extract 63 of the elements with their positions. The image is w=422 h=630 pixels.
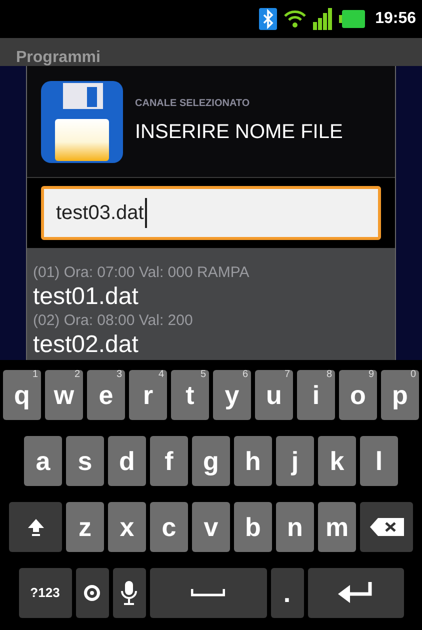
keyboard-key[interactable]: a (24, 436, 62, 486)
keyboard-key[interactable]: n (276, 502, 314, 552)
keyboard-key[interactable]: 8 i (297, 370, 335, 420)
keyboard-key[interactable]: m (318, 502, 356, 552)
keyboard-key[interactable]: 2 w (45, 370, 83, 420)
space-bar-icon (191, 589, 225, 597)
keyboard-key[interactable] (308, 568, 404, 618)
keyboard-key[interactable]: 5 t (171, 370, 209, 420)
enter-arrow-icon (336, 581, 374, 605)
status-time: 19:56 (375, 9, 416, 29)
keyboard-key[interactable]: v (192, 502, 230, 552)
key-hint: 1 (32, 370, 38, 380)
background-label: CANALE SELEZIONATO (135, 97, 251, 111)
file-item[interactable]: test01.dat (33, 282, 395, 312)
keyboard-key[interactable]: 0 p (381, 370, 419, 420)
keyboard-key[interactable]: 9 o (339, 370, 377, 420)
keyboard-key[interactable]: d (108, 436, 146, 486)
keyboard-key[interactable] (112, 568, 146, 618)
key-hint: 3 (116, 370, 122, 380)
shift-arrow-icon (26, 517, 46, 537)
keyboard-key[interactable]: s (66, 436, 104, 486)
keyboard-key[interactable]: h (234, 436, 272, 486)
keyboard-key[interactable]: k (318, 436, 356, 486)
background-text: (02) Ora: 08:00 Val: 200 (33, 312, 194, 330)
keyboard-key[interactable]: 1 q (3, 370, 41, 420)
battery-icon (339, 9, 366, 29)
keyboard-key[interactable]: l (360, 436, 398, 486)
file-item[interactable]: test02.dat (33, 330, 395, 360)
key-hint: 4 (158, 370, 164, 380)
backspace-icon (368, 517, 404, 537)
key-hint: 8 (326, 370, 332, 380)
keyboard-key[interactable]: . (270, 568, 304, 618)
wifi-icon (283, 9, 308, 29)
keyboard-key[interactable]: ?123 (18, 568, 72, 618)
background-text: (01) Ora: 07:00 Val: 000 RAMPA (33, 264, 250, 282)
keyboard-key[interactable]: g (192, 436, 230, 486)
keyboard-key[interactable] (360, 502, 413, 552)
microphone-icon (121, 580, 137, 606)
key-hint: 7 (284, 370, 290, 380)
app-title: Programmi (16, 50, 100, 66)
keyboard-key[interactable]: 4 r (129, 370, 167, 420)
key-hint: 6 (242, 370, 248, 380)
key-hint: 2 (74, 370, 80, 380)
keyboard-key[interactable]: f (150, 436, 188, 486)
signal-icon (313, 8, 334, 30)
keyboard-key[interactable]: b (234, 502, 272, 552)
keyboard-key[interactable]: z (66, 502, 104, 552)
keyboard-key[interactable]: x (108, 502, 146, 552)
file-name-input[interactable]: test03.dat (41, 186, 381, 240)
keyboard-key[interactable]: 7 u (255, 370, 293, 420)
keyboard-key[interactable]: 3 e (87, 370, 125, 420)
input-value: test03.dat (56, 198, 147, 228)
settings-icon (83, 584, 101, 602)
key-hint: 9 (368, 370, 374, 380)
dialog-title: INSERIRE NOME FILE (135, 120, 343, 145)
keyboard-key[interactable] (9, 502, 62, 552)
keyboard-key[interactable]: 6 y (213, 370, 251, 420)
keyboard-key[interactable] (76, 568, 108, 618)
bluetooth-icon (259, 8, 278, 30)
key-hint: 5 (200, 370, 206, 380)
keyboard-key[interactable]: j (276, 436, 314, 486)
keyboard-key[interactable]: c (150, 502, 188, 552)
key-hint: 0 (410, 370, 416, 380)
